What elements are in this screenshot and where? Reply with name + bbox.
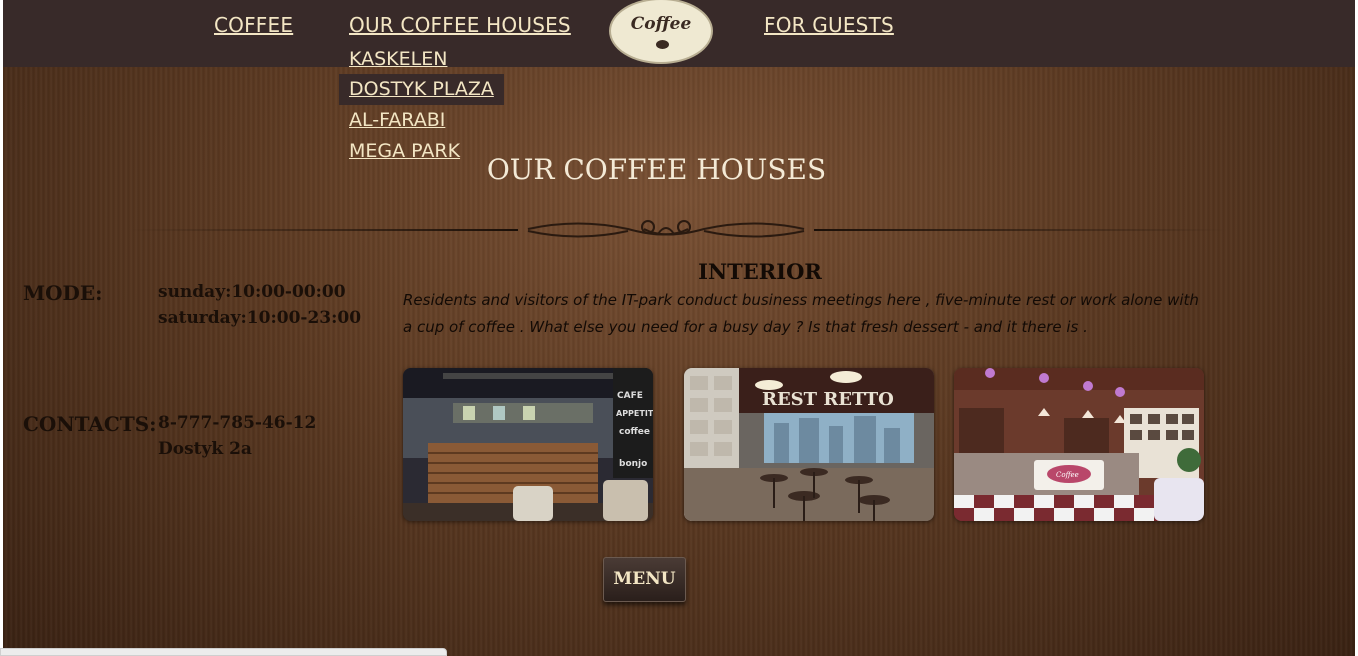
nav-link-coffee[interactable]: COFFEE [214, 13, 293, 37]
contact-details: 8-777-785-46-12 Dostyk 2a [158, 410, 316, 462]
svg-text:bonjo: bonjo [619, 459, 647, 469]
phone-number: 8-777-785-46-12 [158, 413, 317, 433]
nav-link-for-guests[interactable]: FOR GUESTS [764, 13, 894, 37]
contacts-label: CONTACTS: [23, 412, 157, 436]
interior-heading: INTERIOR [698, 259, 822, 284]
coffee-logo[interactable]: Coffee [609, 0, 713, 64]
dropdown-item-kaskelen[interactable]: KASKELEN [339, 44, 457, 75]
svg-text:coffee: coffee [619, 427, 650, 437]
dropdown-item-al-farabi[interactable]: AL-FARABI [339, 105, 455, 136]
opening-hours: sunday:10:00-00:00 saturday:10:00-23:00 [158, 279, 361, 331]
hours-sunday: sunday:10:00-00:00 [158, 282, 346, 302]
nav-link-coffee-houses[interactable]: OUR COFFEE HOUSES [349, 13, 571, 37]
dropdown-item-dostyk-plaza[interactable]: DOSTYK PLAZA [339, 74, 504, 105]
page-background: COFFEE OUR COFFEE HOUSES Coffee FOR GUES… [3, 0, 1355, 656]
hours-saturday: saturday:10:00-23:00 [158, 308, 362, 328]
ornamental-divider [128, 220, 1228, 238]
rest-retto-sign: REST RETTO [762, 389, 894, 410]
menu-button[interactable]: MENU [603, 557, 686, 602]
interior-photo-dining-room[interactable]: REST RETTO [684, 368, 934, 521]
svg-text:CAFE: CAFE [617, 391, 643, 401]
coffee-sign-text: Coffee [1056, 471, 1079, 479]
coffee-bean-icon [656, 40, 669, 49]
page-title: OUR COFFEE HOUSES [486, 153, 827, 186]
interior-photo-bar-counter[interactable]: CAFE APPETIT coffee bonjo [403, 368, 653, 521]
mode-label: MODE: [23, 281, 103, 305]
interior-description: Residents and visitors of the IT-park co… [403, 291, 1199, 336]
svg-text:APPETIT: APPETIT [616, 409, 653, 418]
address: Dostyk 2a [158, 439, 252, 459]
logo-text: Coffee [630, 14, 692, 34]
interior-photo-pastry-shop[interactable]: Coffee [954, 368, 1204, 521]
browser-status-bar [0, 648, 447, 656]
